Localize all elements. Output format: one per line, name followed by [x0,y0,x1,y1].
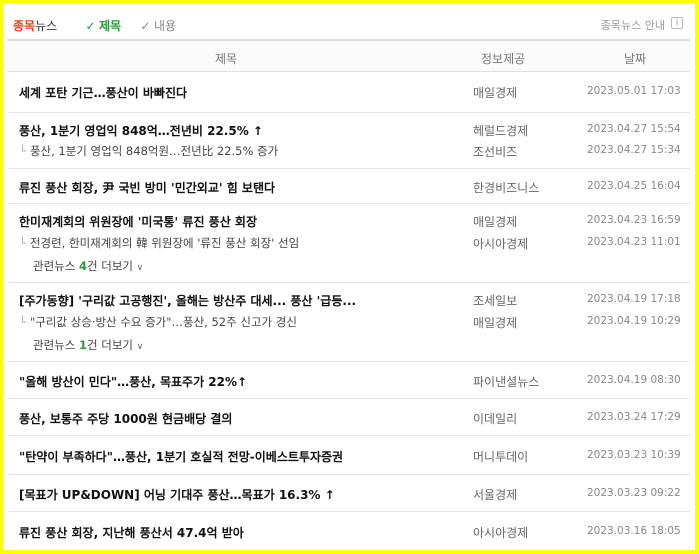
news-source: 헤럴드경제 [473,124,529,138]
news-source: 매일경제 [473,316,518,330]
news-source: 아시아경제 [473,237,529,251]
news-row: 세계 포탄 기근…풍산이 바빠진다 매일경제 2023.05.01 17:03 [7,80,690,102]
check-icon: ✓ [85,19,96,33]
news-date: 2023.03.23 09:22 [587,487,681,499]
table-header: 제목 정보제공 날짜 [7,39,690,72]
stock-news-guide-link[interactable]: 종목뉴스 안내 [601,17,665,33]
news-row: [주가동향] '구리값 고공행진', 올해는 방산주 대세... 풍산 '급등.… [7,288,690,310]
news-group: 류진 풍산 회장, 지난해 풍산서 47.4억 받아 아시아경제 2023.03… [7,512,690,550]
news-source: 파이낸셜뉴스 [473,375,540,389]
news-source: 머니투데이 [473,450,529,464]
news-row: 풍산, 보통주 주당 1000원 현금배당 결의 이데일리 2023.03.24… [7,406,690,428]
news-title-link[interactable]: [주가동향] '구리값 고공행진', 올해는 방산주 대세... 풍산 '급등.… [19,292,356,309]
news-list: 세계 포탄 기근…풍산이 바빠진다 매일경제 2023.05.01 17:03 … [7,70,690,550]
news-row: 류진 풍산 회장, 尹 국빈 방미 '민간외교' 힘 보탠다 한경비즈니스 20… [7,175,690,197]
news-source: 아시아경제 [473,526,529,540]
related-news-more-button[interactable]: 관련뉴스 4건 더보기 ∨ [7,253,307,277]
news-date: 2023.04.23 16:59 [587,214,681,226]
news-title-link[interactable]: 세계 포탄 기근…풍산이 바빠진다 [19,84,187,101]
news-source: 이데일리 [473,412,518,426]
related-count: 4 [78,259,87,273]
news-date: 2023.04.23 11:01 [587,236,681,248]
news-group: 세계 포탄 기근…풍산이 바빠진다 매일경제 2023.05.01 17:03 [7,70,690,113]
news-row: 류진 풍산 회장, 지난해 풍산서 47.4억 받아 아시아경제 2023.03… [7,520,690,542]
news-group: "올해 방산이 민다"…풍산, 목표주가 22%↑ 파이낸셜뉴스 2023.04… [7,362,690,399]
news-group: 풍산, 보통주 주당 1000원 현금배당 결의 이데일리 2023.03.24… [7,399,690,436]
news-date: 2023.03.16 18:05 [587,525,681,537]
news-row: "올해 방산이 민다"…풍산, 목표주가 22%↑ 파이낸셜뉴스 2023.04… [7,369,690,391]
related-news-row: └ 전경련, 한미재계회의 韓 위원장에 '류진 풍산 회장' 선임 아시아경제 … [7,231,690,253]
news-source: 조선비즈 [473,145,518,159]
news-date: 2023.05.01 17:03 [587,85,681,97]
sort-by-title-tab[interactable]: ✓ 제목 [85,17,121,34]
related-count: 1 [78,338,87,352]
news-group: [주가동향] '구리값 고공행진', 올해는 방산주 대세... 풍산 '급등.… [7,283,690,362]
branch-icon: └ [19,236,26,250]
related-news-link[interactable]: └ "구리값 상승·방산 수요 증가"…풍산, 52주 신고가 경신 [19,314,297,330]
news-source: 서울경제 [473,488,518,502]
news-source: 한경비즈니스 [473,181,540,195]
news-title-link[interactable]: "올해 방산이 민다"…풍산, 목표주가 22%↑ [19,373,247,390]
news-row: "탄약이 부족하다"…풍산, 1분기 호실적 전망-이베스트투자증권 머니투데이… [7,444,690,466]
header-source: 정보제공 [481,52,526,66]
news-date: 2023.04.25 16:04 [587,180,681,192]
news-group: 한미재계회의 위원장에 '미국통' 류진 풍산 회장 매일경제 2023.04.… [7,204,690,283]
news-source: 조세일보 [473,294,518,308]
news-title-link[interactable]: 풍산, 1분기 영업익 848억…전년비 22.5% ↑ [19,122,263,139]
news-title-link[interactable]: [목표가 UP&DOWN] 어닝 기대주 풍산…목표가 16.3% ↑ [19,486,335,503]
news-date: 2023.03.23 10:39 [587,449,681,461]
related-news-row: └ 풍산, 1분기 영업익 848억원…전년比 22.5% 증가 조선비즈 202… [7,139,690,161]
news-title-link[interactable]: "탄약이 부족하다"…풍산, 1분기 호실적 전망-이베스트투자증권 [19,448,343,465]
news-date: 2023.04.19 17:18 [587,293,681,305]
chevron-down-icon: ∨ [136,342,144,352]
news-group: "탄약이 부족하다"…풍산, 1분기 호실적 전망-이베스트투자증권 머니투데이… [7,436,690,475]
news-group: 풍산, 1분기 영업익 848억…전년비 22.5% ↑ 헤럴드경제 2023.… [7,113,690,169]
news-title-link[interactable]: 류진 풍산 회장, 지난해 풍산서 47.4억 받아 [19,524,244,541]
news-title-link[interactable]: 풍산, 보통주 주당 1000원 현금배당 결의 [19,410,232,427]
news-title-link[interactable]: 류진 풍산 회장, 尹 국빈 방미 '민간외교' 힘 보탠다 [19,179,275,196]
related-news-row: └ "구리값 상승·방산 수요 증가"…풍산, 52주 신고가 경신 매일경제 2… [7,310,690,332]
news-row: [목표가 UP&DOWN] 어닝 기대주 풍산…목표가 16.3% ↑ 서울경제… [7,482,690,504]
news-group: 류진 풍산 회장, 尹 국빈 방미 '민간외교' 힘 보탠다 한경비즈니스 20… [7,169,690,204]
news-date: 2023.04.27 15:34 [587,144,681,156]
news-source: 매일경제 [473,86,518,100]
news-row: 풍산, 1분기 영업익 848억…전년비 22.5% ↑ 헤럴드경제 2023.… [7,118,690,140]
news-date: 2023.04.27 15:54 [587,123,681,135]
branch-icon: └ [19,315,26,329]
related-news-more-button[interactable]: 관련뉴스 1건 더보기 ∨ [7,332,307,356]
news-date: 2023.04.19 10:29 [587,315,681,327]
check-icon: ✓ [140,19,151,33]
news-title-link[interactable]: 한미재계회의 위원장에 '미국통' 류진 풍산 회장 [19,213,257,230]
news-group: [목표가 UP&DOWN] 어닝 기대주 풍산…목표가 16.3% ↑ 서울경제… [7,475,690,512]
news-row: 한미재계회의 위원장에 '미국통' 류진 풍산 회장 매일경제 2023.04.… [7,209,690,231]
header-date: 날짜 [624,52,647,66]
tab-bar: 종목뉴스 ✓ 제목 ✓ 내용 종목뉴스 안내 i [3,3,695,39]
related-news-link[interactable]: └ 풍산, 1분기 영업익 848억원…전년比 22.5% 증가 [19,143,278,159]
news-date: 2023.04.19 08:30 [587,374,681,386]
header-title: 제목 [215,52,238,66]
info-icon[interactable]: i [671,17,683,29]
related-news-link[interactable]: └ 전경련, 한미재계회의 韓 위원장에 '류진 풍산 회장' 선임 [19,235,299,251]
chevron-down-icon: ∨ [136,263,144,273]
stock-news-panel: 종목뉴스 ✓ 제목 ✓ 내용 종목뉴스 안내 i 제목 정보제공 날짜 세계 포탄 … [3,3,695,550]
branch-icon: └ [19,144,26,158]
panel-title: 종목뉴스 [13,19,58,33]
news-date: 2023.03.24 17:29 [587,411,681,423]
sort-by-content-tab[interactable]: ✓ 내용 [140,17,176,34]
news-source: 매일경제 [473,215,518,229]
